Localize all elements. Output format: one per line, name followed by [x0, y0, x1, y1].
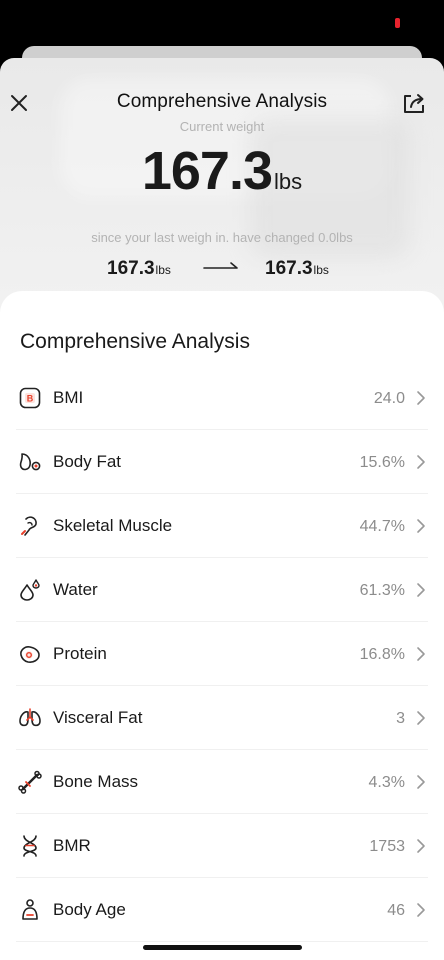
chevron-right-icon [417, 711, 425, 725]
metric-value: 3 [396, 710, 405, 727]
metric-row-body-age[interactable]: Body Age 46 [16, 878, 428, 942]
chevron-right-icon [417, 903, 425, 917]
metric-label: Body Age [53, 900, 126, 919]
share-icon [404, 94, 424, 113]
current-weight-unit: lbs [274, 169, 303, 194]
metric-row-bmi[interactable]: B BMI 24.0 [16, 366, 428, 430]
previous-weight: 167.3lbs [107, 258, 171, 280]
previous-weight-value: 167.3 [107, 258, 155, 279]
metric-row-visceral-fat[interactable]: Visceral Fat 3 [16, 686, 428, 750]
metric-label: Body Fat [53, 452, 122, 471]
chevron-right-icon [417, 775, 425, 789]
chevron-right-icon [417, 583, 425, 597]
metric-row-bmr[interactable]: BMR 1753 [16, 814, 428, 878]
metric-label: BMR [53, 836, 91, 855]
current-weight-label: Current weight [179, 119, 265, 134]
analysis-card: Comprehensive Analysis B BMI 24.0 Body F… [0, 291, 444, 960]
metric-label: Protein [53, 644, 107, 663]
protein-icon [20, 646, 40, 663]
page-title: Comprehensive Analysis [116, 91, 328, 112]
skeletal-muscle-icon [21, 516, 37, 536]
metric-value: 46 [387, 902, 405, 919]
metric-label: Visceral Fat [53, 708, 143, 727]
metric-label: Skeletal Muscle [53, 516, 173, 535]
metric-value: 15.6% [359, 454, 405, 471]
metric-value: 61.3% [359, 582, 405, 599]
home-indicator[interactable] [143, 945, 302, 950]
metric-value: 24.0 [373, 390, 405, 407]
metric-row-body-fat[interactable]: Body Fat 15.6% [16, 430, 428, 494]
analysis-sheet: Comprehensive Analysis Current weight 16… [0, 58, 444, 960]
metric-row-water[interactable]: Water 61.3% [16, 558, 428, 622]
chevron-right-icon [417, 391, 425, 405]
new-weight-value: 167.3 [265, 258, 313, 279]
chevron-right-icon [417, 455, 425, 469]
water-icon [20, 579, 40, 601]
chevron-right-icon [417, 839, 425, 853]
visceral-fat-icon [19, 708, 41, 727]
current-weight-value: 167.3 [141, 141, 273, 201]
share-button[interactable] [400, 90, 428, 116]
metric-value: 4.3% [368, 774, 405, 791]
svg-text:B: B [27, 394, 34, 404]
weight-change-text: since your last weigh in. have changed 0… [91, 230, 353, 245]
metric-value: 1753 [369, 838, 405, 855]
analysis-section-title: Comprehensive Analysis [20, 330, 250, 353]
chevron-right-icon [417, 647, 425, 661]
metric-value: 16.8% [359, 646, 405, 663]
metric-value: 44.7% [359, 518, 405, 535]
metric-label: BMI [53, 388, 84, 407]
metric-label: Water [53, 580, 98, 599]
status-bar [0, 0, 444, 48]
metric-label: Bone Mass [53, 772, 139, 791]
current-weight: 167.3lbs [0, 140, 444, 202]
recording-indicator [395, 18, 400, 28]
chevron-right-icon [417, 519, 425, 533]
metric-row-skeletal-muscle[interactable]: Skeletal Muscle 44.7% [16, 494, 428, 558]
arrow-right-icon [203, 262, 238, 269]
new-weight-unit: lbs [313, 263, 329, 277]
metric-row-protein[interactable]: Protein 16.8% [16, 622, 428, 686]
metric-row-bone-mass[interactable]: Bone Mass 4.3% [16, 750, 428, 814]
previous-weight-unit: lbs [155, 263, 171, 277]
new-weight: 167.3lbs [265, 258, 329, 280]
bmi-icon: B [19, 387, 41, 409]
dna-icon [23, 835, 37, 857]
body-age-icon [22, 899, 38, 920]
body-fat-icon [19, 453, 41, 471]
bone-mass-icon [18, 770, 42, 794]
